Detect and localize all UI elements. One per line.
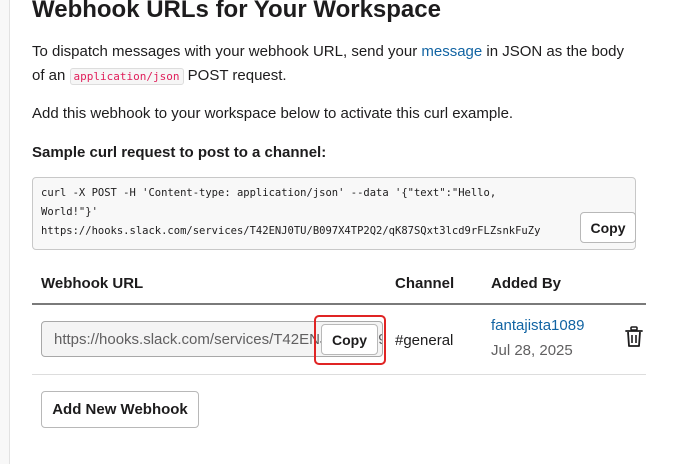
curl-code: curl -X POST -H 'Content-type: applicati… bbox=[41, 187, 541, 237]
activate-text: Add this webhook to your workspace below… bbox=[32, 105, 514, 122]
trash-icon[interactable] bbox=[624, 326, 644, 348]
column-header-added-by: Added By bbox=[491, 275, 562, 292]
section-title: Webhook URLs for Your Workspace bbox=[32, 0, 441, 23]
webhook-channel: #general bbox=[395, 332, 454, 349]
curl-copy-button[interactable]: Copy bbox=[580, 212, 636, 243]
intro-text: To dispatch messages with your webhook U… bbox=[32, 43, 624, 85]
message-link[interactable]: message bbox=[421, 43, 482, 60]
added-date: Jul 28, 2025 bbox=[491, 342, 573, 359]
table-header-divider bbox=[32, 303, 646, 305]
column-header-webhook-url: Webhook URL bbox=[41, 275, 144, 292]
curl-code-box: curl -X POST -H 'Content-type: applicati… bbox=[32, 177, 636, 250]
table-row-divider bbox=[32, 374, 646, 375]
webhook-url-copy-button[interactable]: Copy bbox=[321, 324, 378, 355]
content-type-code: application/json bbox=[69, 68, 184, 85]
column-header-channel: Channel bbox=[395, 275, 455, 292]
curl-sample-label: Sample curl request to post to a channel… bbox=[32, 144, 327, 161]
add-new-webhook-button[interactable]: Add New Webhook bbox=[41, 391, 199, 428]
added-by-user-link[interactable]: fantajista1089 bbox=[491, 317, 584, 334]
